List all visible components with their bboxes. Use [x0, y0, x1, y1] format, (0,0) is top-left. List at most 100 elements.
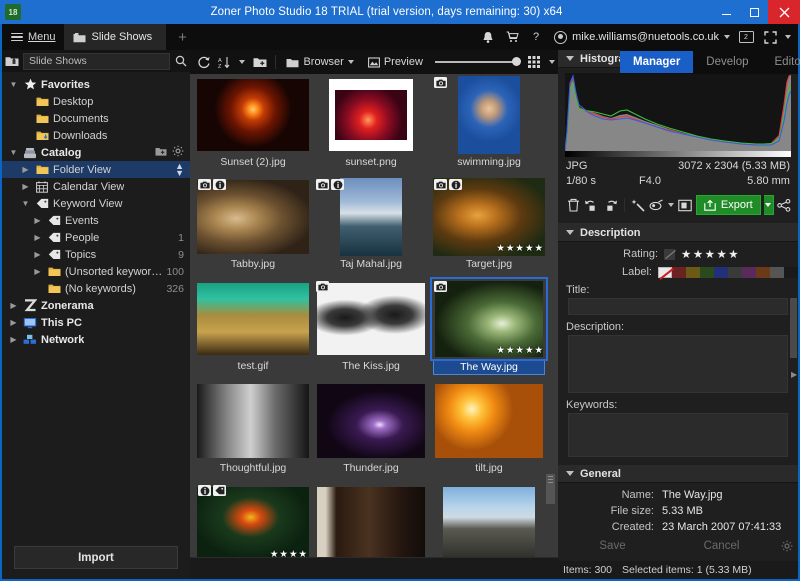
chevron-down-icon[interactable]: ▼ [20, 199, 31, 208]
rating-star[interactable]: ★ [728, 247, 739, 261]
add-tab-button[interactable]: + [166, 29, 199, 46]
minimize-icon[interactable] [712, 0, 740, 24]
thumbnail-item[interactable]: sunset.png [313, 76, 429, 177]
export-chevron-icon[interactable] [764, 195, 774, 215]
info-panel-scrollbar-thumb[interactable] [790, 298, 797, 358]
chevron-right-icon[interactable]: ▶ [8, 318, 19, 327]
sidebar-item-events[interactable]: ▶Events [2, 212, 190, 229]
rating-clear-button[interactable] [664, 249, 675, 260]
thumbnail-item[interactable]: Tools.jpg [313, 484, 429, 557]
trash-icon[interactable] [566, 195, 581, 215]
label-swatch[interactable] [770, 267, 784, 278]
sort-handle-icon[interactable]: ▲▼ [175, 163, 184, 177]
label-swatch[interactable] [686, 267, 700, 278]
search-input[interactable] [23, 53, 170, 70]
description-field[interactable] [568, 335, 788, 393]
browse-folder-icon[interactable] [5, 53, 19, 69]
close-icon[interactable] [768, 0, 800, 24]
thumbnail-grid[interactable]: Sunset (2).jpgsunset.pngswimming.jpgTabb… [190, 74, 548, 557]
chevron-right-icon[interactable]: ▶ [32, 233, 43, 242]
thumbnail-image[interactable] [315, 178, 427, 256]
thumbnail-image[interactable]: ★★★★★ [433, 178, 545, 256]
sidebar-item-this-pc[interactable]: ▶This PC [2, 314, 190, 331]
thumbnail-image[interactable]: ★★★★ [197, 484, 309, 557]
sidebar-item-unsorted-keywords[interactable]: ▶(Unsorted keywords)100 [2, 263, 190, 280]
label-swatch[interactable] [700, 267, 714, 278]
thumbnail-image[interactable] [197, 76, 309, 154]
label-swatch[interactable] [714, 267, 728, 278]
sidebar-item-downloads[interactable]: Downloads [2, 127, 190, 144]
menu-button[interactable]: Menu [2, 24, 64, 50]
sidebar-item-zonerama[interactable]: ▶Zonerama [2, 297, 190, 314]
share-icon[interactable] [777, 195, 792, 215]
thumbnail-image[interactable] [433, 76, 545, 154]
keywords-field[interactable] [568, 413, 788, 457]
sidebar-item-keyword-view[interactable]: ▼Keyword View [2, 195, 190, 212]
label-swatch[interactable] [728, 267, 742, 278]
help-icon[interactable]: ? [524, 24, 548, 50]
label-swatch[interactable] [672, 267, 686, 278]
export-button[interactable]: Export [696, 195, 761, 215]
sidebar-item-calendar-view[interactable]: ▶Calendar View [2, 178, 190, 195]
rating-star[interactable]: ★ [716, 247, 727, 261]
thumbnail-image[interactable] [315, 382, 427, 460]
sidebar-item-favorites[interactable]: ▼Favorites [2, 76, 190, 93]
thumbnail-item[interactable]: Thunder.jpg [313, 382, 429, 483]
add-catalog-icon[interactable] [155, 146, 167, 160]
gear-icon[interactable] [776, 540, 798, 552]
label-swatch[interactable] [742, 267, 756, 278]
thumbnail-item[interactable]: tower.jpg [431, 484, 547, 557]
thumbnail-item[interactable]: swimming.jpg [431, 76, 547, 177]
wand-icon[interactable] [630, 195, 645, 215]
sidebar-item-people[interactable]: ▶People1 [2, 229, 190, 246]
description-header[interactable]: Description [558, 224, 798, 242]
tab-develop[interactable]: Develop [693, 51, 761, 73]
thumbnail-item[interactable]: ★★★★Toco Toucan.jpg [195, 484, 311, 557]
sidebar-item-no-keywords[interactable]: (No keywords)326 [2, 280, 190, 297]
thumbnail-image[interactable] [197, 382, 309, 460]
tab-slide-shows[interactable]: Slide Shows [64, 24, 167, 50]
rating-stars[interactable]: ★★★★★ [681, 247, 739, 261]
chevron-right-icon[interactable]: ▶ [32, 250, 43, 259]
cart-icon[interactable] [500, 24, 524, 50]
sidebar-item-folder-view[interactable]: ▶Folder View▲▼ [2, 161, 190, 178]
bell-icon[interactable] [476, 24, 500, 50]
save-button[interactable]: Save [558, 540, 667, 552]
import-button[interactable]: Import [14, 546, 178, 569]
chevron-right-icon[interactable]: ▶ [20, 165, 31, 174]
thumbnail-item[interactable]: Tabby.jpg [195, 178, 311, 279]
chevron-right-icon[interactable]: ▶ [8, 335, 19, 344]
thumbnail-image[interactable] [315, 484, 427, 557]
rotate-left-icon[interactable] [584, 195, 599, 215]
rating-star[interactable]: ★ [681, 247, 692, 261]
cancel-button[interactable]: Cancel [667, 540, 776, 552]
preview-mode-button[interactable]: Preview [362, 52, 429, 72]
thumbnail-item[interactable]: Thoughtful.jpg [195, 382, 311, 483]
sidebar-item-catalog[interactable]: ▼Catalog [2, 144, 190, 161]
thumbnail-item[interactable]: tilt.jpg [431, 382, 547, 483]
grid-scrollbar-thumb[interactable] [546, 474, 555, 504]
thumbnail-item[interactable]: Taj Mahal.jpg [313, 178, 429, 279]
tab-editor[interactable]: Editor [762, 51, 800, 73]
thumbnail-item[interactable]: The Kiss.jpg [313, 280, 429, 381]
browser-mode-button[interactable]: Browser [280, 52, 359, 72]
thumbnail-image[interactable] [197, 178, 309, 256]
thumbnail-image[interactable] [433, 484, 545, 557]
maximize-icon[interactable] [740, 0, 768, 24]
zoom-slider-knob[interactable] [512, 57, 521, 66]
thumbnail-image[interactable] [433, 382, 545, 460]
chevron-right-icon[interactable]: ▶ [8, 301, 19, 310]
adjust-chevron-icon[interactable] [667, 195, 675, 215]
title-field[interactable] [568, 298, 788, 315]
grid-view-icon[interactable] [525, 51, 544, 73]
overflow-chevron-icon[interactable] [782, 24, 794, 50]
rotate-right-icon[interactable] [603, 195, 618, 215]
fullscreen-icon[interactable] [758, 24, 782, 50]
thumbnail-item[interactable]: ★★★★★Target.jpg [431, 178, 547, 279]
thumbnail-item[interactable]: ★★★★★The Way.jpg [431, 280, 547, 381]
grid-chevron-icon[interactable] [546, 51, 558, 73]
monitor-badge[interactable]: 2 [734, 24, 758, 50]
sidebar-item-topics[interactable]: ▶Topics9 [2, 246, 190, 263]
sort-az-icon[interactable]: AZ [215, 51, 234, 73]
label-swatch[interactable] [658, 267, 672, 278]
